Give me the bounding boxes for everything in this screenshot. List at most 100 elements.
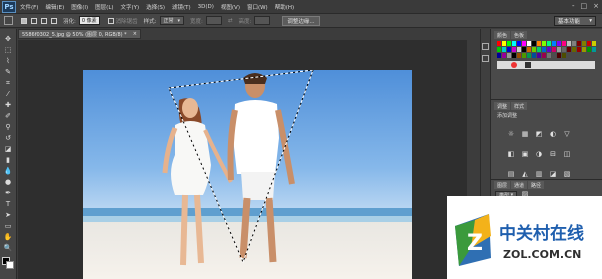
color-swatch[interactable]	[562, 53, 566, 58]
marquee-tool-icon[interactable]: ⬚	[3, 46, 13, 55]
color-swatch[interactable]	[502, 53, 506, 58]
subtract-selection-icon[interactable]	[41, 17, 47, 24]
path-selection-tool-icon[interactable]: ➤	[3, 211, 13, 220]
color-swatch[interactable]	[512, 47, 516, 52]
shape-tool-icon[interactable]: ▭	[3, 222, 13, 231]
color-swatch[interactable]	[567, 47, 571, 52]
pen-tool-icon[interactable]: ✒	[3, 189, 13, 198]
color-swatch[interactable]	[582, 47, 586, 52]
quick-select-tool-icon[interactable]: ✎	[3, 68, 13, 77]
tab-paths[interactable]: 路径	[528, 181, 545, 189]
color-swatch[interactable]	[527, 41, 531, 46]
gradient-tool-icon[interactable]: ▮	[3, 156, 13, 165]
color-swatch[interactable]	[572, 41, 576, 46]
color-swatch[interactable]	[557, 41, 561, 46]
swatches-grid[interactable]	[497, 41, 597, 58]
tab-swatches[interactable]: 色板	[511, 31, 528, 39]
menu-filter[interactable]: 滤镜(T)	[172, 3, 191, 11]
color-swatch[interactable]	[512, 53, 516, 58]
height-input[interactable]	[254, 16, 271, 25]
color-swatch[interactable]	[592, 41, 596, 46]
color-swatch[interactable]	[582, 41, 586, 46]
history-panel-icon[interactable]	[482, 43, 489, 50]
menu-image[interactable]: 图像(I)	[71, 3, 88, 11]
color-swatch[interactable]	[547, 53, 551, 58]
color-swatch[interactable]	[512, 41, 516, 46]
color-swatch[interactable]	[547, 47, 551, 52]
color-swatch[interactable]	[532, 41, 536, 46]
properties-panel-icon[interactable]	[482, 55, 489, 62]
color-swatch[interactable]	[557, 53, 561, 58]
color-swatch[interactable]	[552, 47, 556, 52]
swatch-red-icon[interactable]	[511, 62, 517, 68]
color-swatch[interactable]	[552, 41, 556, 46]
photo-canvas[interactable]	[83, 70, 412, 279]
brush-tool-icon[interactable]: ✐	[3, 112, 13, 121]
color-swatch[interactable]	[562, 47, 566, 52]
color-swatch[interactable]	[537, 41, 541, 46]
color-swatch[interactable]	[522, 53, 526, 58]
move-tool-icon[interactable]: ✥	[3, 35, 13, 44]
color-swatch[interactable]	[542, 47, 546, 52]
type-tool-icon[interactable]: T	[3, 200, 13, 209]
background-color-swatch[interactable]	[6, 261, 14, 269]
workspace-select[interactable]: 基本功能 ▾	[554, 16, 596, 26]
color-swatch[interactable]	[507, 53, 511, 58]
menu-layer[interactable]: 图层(L)	[95, 3, 113, 11]
adjustment-icon[interactable]: ◧	[505, 150, 517, 161]
color-swatch[interactable]	[587, 47, 591, 52]
tab-channels[interactable]: 通道	[511, 181, 528, 189]
tab-styles[interactable]: 样式	[511, 102, 528, 110]
width-input[interactable]	[205, 16, 222, 25]
antialias-checkbox[interactable]	[107, 17, 114, 24]
clone-stamp-tool-icon[interactable]: ⚲	[3, 123, 13, 132]
menu-type[interactable]: 文字(Y)	[121, 3, 140, 11]
color-swatch[interactable]	[522, 41, 526, 46]
color-swatch[interactable]	[592, 47, 596, 52]
add-selection-icon[interactable]	[31, 17, 37, 24]
new-selection-icon[interactable]	[21, 17, 27, 24]
tab-layers[interactable]: 图层	[494, 181, 511, 189]
color-swatch[interactable]	[507, 47, 511, 52]
menu-select[interactable]: 选择(S)	[146, 3, 165, 11]
color-swatch[interactable]	[567, 41, 571, 46]
adjustment-icon[interactable]: ◫	[561, 150, 573, 161]
crop-tool-icon[interactable]: ⌗	[3, 79, 13, 88]
color-swatch[interactable]	[517, 47, 521, 52]
color-swatch[interactable]	[542, 53, 546, 58]
color-swatch[interactable]	[517, 53, 521, 58]
color-swatch[interactable]	[587, 41, 591, 46]
color-swatch[interactable]	[497, 53, 501, 58]
adjustment-icon[interactable]: ◩	[533, 130, 545, 141]
adjustment-icon[interactable]: ▣	[519, 150, 531, 161]
menu-view[interactable]: 视图(V)	[221, 3, 240, 11]
lasso-tool-preset-icon[interactable]	[4, 16, 13, 25]
color-swatch[interactable]	[562, 41, 566, 46]
refine-edge-button[interactable]: 调整边缘...	[282, 15, 320, 26]
close-button[interactable]: ×	[593, 2, 599, 11]
color-swatch[interactable]	[542, 41, 546, 46]
color-swatch[interactable]	[527, 47, 531, 52]
zoom-tool-icon[interactable]: 🔍	[3, 244, 13, 253]
menu-help[interactable]: 帮助(H)	[275, 3, 294, 11]
feather-input[interactable]: 0 像素	[78, 16, 100, 25]
color-swatch[interactable]	[532, 53, 536, 58]
minimize-button[interactable]: -	[572, 2, 575, 11]
color-swatch[interactable]	[502, 41, 506, 46]
color-swatch[interactable]	[502, 47, 506, 52]
color-swatch[interactable]	[507, 41, 511, 46]
blur-tool-icon[interactable]: 💧	[3, 167, 13, 176]
intersect-selection-icon[interactable]	[51, 17, 57, 24]
swap-icon[interactable]: ⇄	[228, 18, 233, 24]
history-brush-tool-icon[interactable]: ↺	[3, 134, 13, 143]
menu-3d[interactable]: 3D(D)	[198, 4, 214, 10]
close-icon[interactable]: ×	[133, 31, 137, 37]
color-swatch[interactable]	[497, 47, 501, 52]
adjustment-icon[interactable]: ◐	[547, 130, 559, 141]
color-swatch[interactable]	[537, 53, 541, 58]
polygonal-lasso-tool-icon[interactable]: ⌇	[3, 57, 13, 66]
maximize-button[interactable]: □	[581, 2, 588, 11]
tab-color[interactable]: 颜色	[494, 31, 511, 39]
style-select[interactable]: 正常 ▾	[159, 16, 185, 25]
color-swatch[interactable]	[552, 53, 556, 58]
